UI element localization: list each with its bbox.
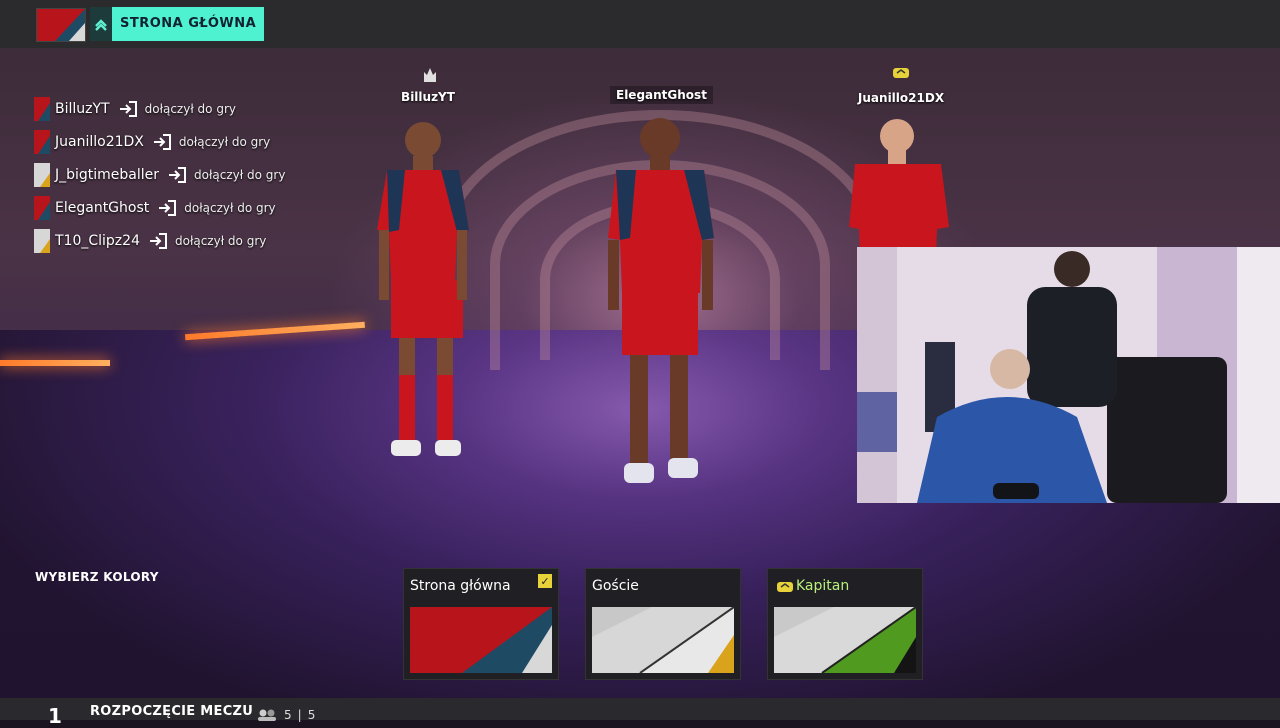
team-flag-icon bbox=[34, 228, 50, 253]
join-icon bbox=[159, 199, 177, 216]
team-flag-icon bbox=[34, 129, 50, 154]
team-flag-icon bbox=[34, 96, 50, 121]
check-icon: ✓ bbox=[538, 574, 552, 588]
feed-item: J_bigtimeballer dołączył do gry bbox=[34, 158, 285, 191]
chevron-up-icon bbox=[90, 7, 112, 41]
step-title: ROZPOCZĘCIE MECZU bbox=[90, 704, 254, 719]
kit-option-away[interactable]: Goście bbox=[585, 568, 741, 680]
feed-player-name: BilluzYT bbox=[55, 100, 110, 117]
join-icon bbox=[169, 166, 187, 183]
feed-item: Juanillo21DX dołączył do gry bbox=[34, 125, 285, 158]
captain-icon bbox=[893, 68, 909, 78]
feed-action-text: dołączył do gry bbox=[194, 167, 286, 182]
kit-swatch bbox=[592, 607, 734, 673]
join-icon bbox=[153, 133, 171, 150]
feed-action-text: dołączył do gry bbox=[144, 101, 236, 116]
captain-icon bbox=[777, 582, 793, 592]
join-icon bbox=[119, 100, 137, 117]
choose-colors-label: WYBIERZ KOLORY bbox=[35, 570, 159, 584]
feed-item: T10_Clipz24 dołączył do gry bbox=[34, 224, 285, 257]
kit-option-captain[interactable]: Kapitan bbox=[767, 568, 923, 680]
join-feed: BilluzYT dołączył do gry Juanillo21DX do… bbox=[34, 92, 285, 257]
player-character-center bbox=[608, 118, 714, 483]
feed-player-name: J_bigtimeballer bbox=[55, 166, 160, 183]
feed-item: ElegantGhost dołączył do gry bbox=[34, 191, 285, 224]
webcam-overlay bbox=[857, 247, 1280, 503]
crown-icon bbox=[424, 68, 436, 82]
feed-item: BilluzYT dołączył do gry bbox=[34, 92, 285, 125]
feed-player-name: ElegantGhost bbox=[55, 199, 150, 216]
wall-light bbox=[0, 360, 110, 366]
home-tab-label: STRONA GŁÓWNA bbox=[112, 7, 265, 41]
player-character-left bbox=[377, 122, 469, 456]
feed-action-text: dołączył do gry bbox=[178, 134, 271, 149]
kit-option-home[interactable]: Strona główna ✓ bbox=[403, 568, 559, 680]
kit-option-title: Kapitan bbox=[796, 578, 850, 594]
feed-action-text: dołączył do gry bbox=[174, 233, 267, 248]
step-number: 1 bbox=[48, 704, 62, 728]
kit-option-title: Goście bbox=[592, 578, 639, 594]
kit-swatch bbox=[410, 607, 552, 673]
players-icon bbox=[258, 709, 276, 721]
player-name-tag-right: Juanillo21DX bbox=[857, 91, 945, 105]
join-icon bbox=[149, 232, 167, 249]
team-flag-icon bbox=[34, 162, 50, 187]
feed-action-text: dołączył do gry bbox=[184, 200, 276, 215]
feed-player-name: Juanillo21DX bbox=[55, 133, 144, 150]
kit-option-title: Strona główna bbox=[410, 578, 511, 594]
feed-player-name: T10_Clipz24 bbox=[55, 232, 140, 249]
player-name-tag-center: ElegantGhost bbox=[610, 86, 713, 104]
team-flag-icon bbox=[36, 8, 86, 42]
kit-swatch bbox=[774, 607, 916, 673]
player-name-tag-left: BilluzYT bbox=[401, 90, 455, 104]
home-tab[interactable]: STRONA GŁÓWNA bbox=[90, 7, 265, 41]
team-flag-icon bbox=[34, 195, 50, 220]
